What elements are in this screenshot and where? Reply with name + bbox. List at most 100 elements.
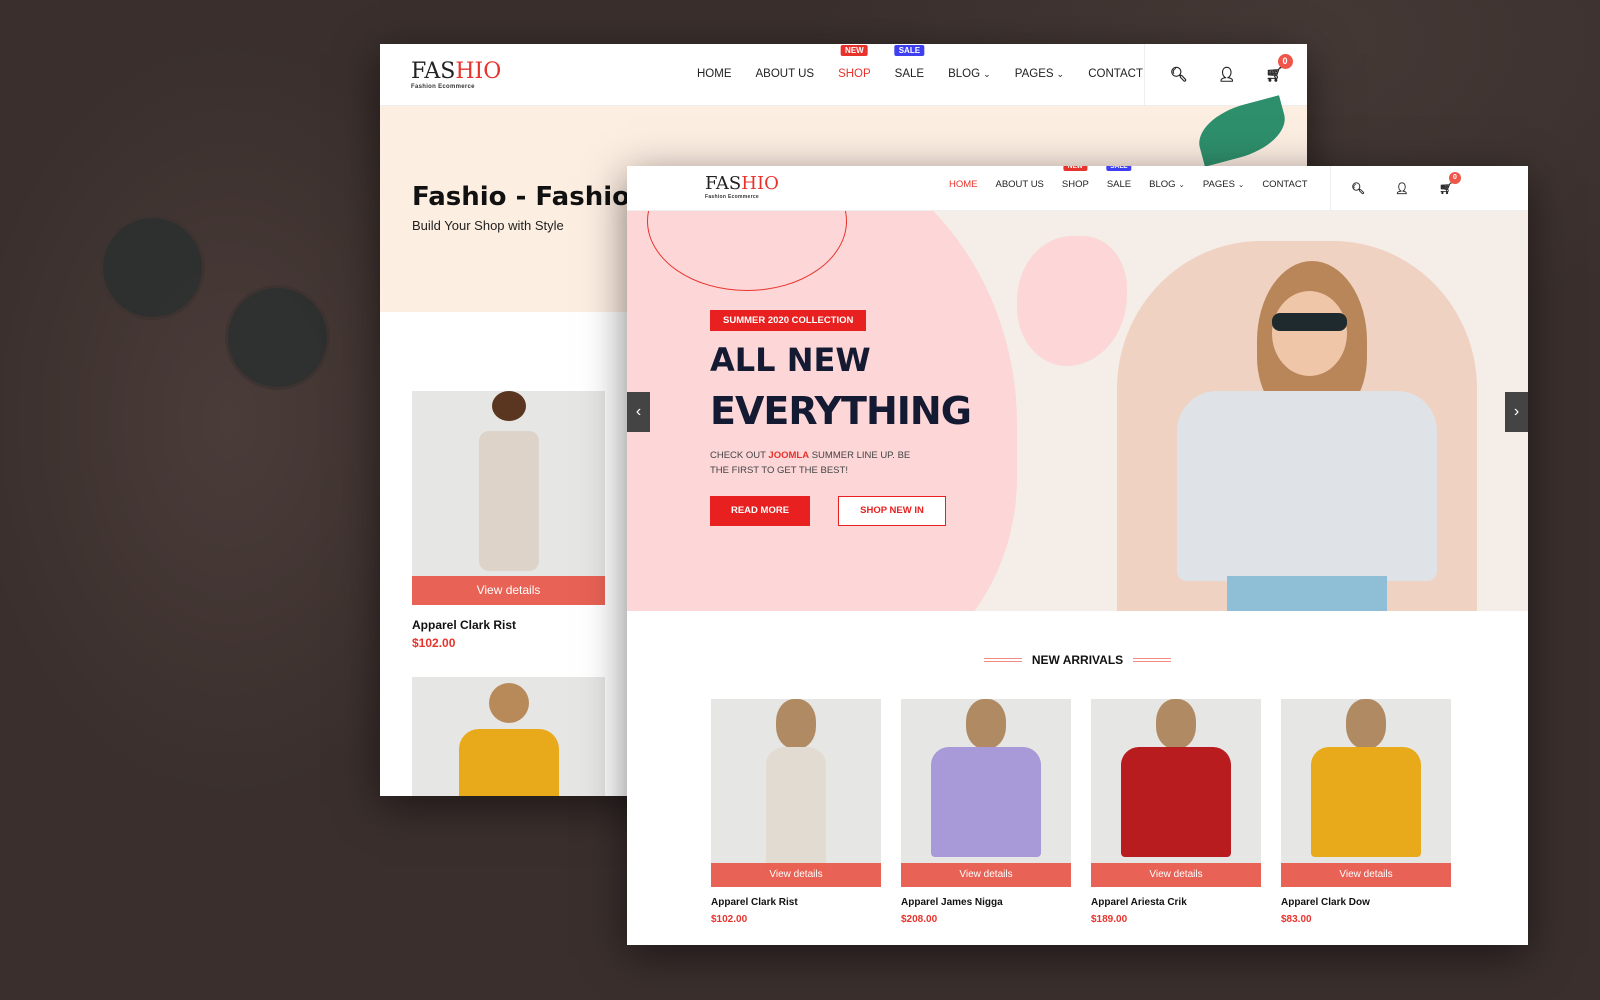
front-header-icons: 🔍︎ 👤︎ 🛒︎ 0 <box>1330 166 1528 210</box>
menu-item-label: PAGES <box>1202 179 1235 190</box>
product-price: $102.00 <box>711 914 748 925</box>
hero-desc-highlight: JOOMLA <box>768 450 810 461</box>
product-name[interactable]: Apparel James Nigga <box>901 897 1003 908</box>
section-heading: NEW ARRIVALS <box>627 651 1528 669</box>
front-window: FASHIO Fashion Ecommerce HOME ABOUT US SHOP… <box>627 166 1528 945</box>
product-name[interactable]: Apparel Clark Rist <box>711 897 798 908</box>
cart-icon[interactable]: 🛒︎ 0 <box>1439 171 1461 195</box>
hero-title-line-1: ALL NEW <box>710 341 871 379</box>
product-price: $189.00 <box>1091 914 1128 925</box>
front-main-menu: HOME ABOUT US SHOP NEW SALE SALE BLOG ⌄ PAGES ⌄ CO… <box>949 166 1308 190</box>
search-icon[interactable]: 🔍︎ <box>1351 182 1365 195</box>
product-image[interactable]: View details <box>1091 699 1261 887</box>
product-image[interactable]: View details <box>412 391 605 605</box>
logo-text: FAS <box>411 59 456 84</box>
front-navbar: FASHIO Fashion Ecommerce HOME ABOUT US SHOP… <box>627 166 1528 211</box>
read-more-button[interactable]: READ MORE <box>710 496 810 526</box>
menu-item-label: BLOG <box>1149 179 1176 190</box>
background-sunglasses <box>225 285 330 390</box>
chevron-down-icon: ⌄ <box>1237 180 1245 189</box>
menu-item-about-us[interactable]: ABOUT US <box>756 68 815 80</box>
product-price: $83.00 <box>1281 914 1312 925</box>
menu-item-shop[interactable]: SHOP NEW <box>1061 166 1089 190</box>
logo[interactable]: FASHIO Fashion Ecommerce <box>411 59 501 90</box>
leaf-decoration <box>1192 95 1292 167</box>
product-price: $102.00 <box>412 636 456 650</box>
menu-item-label: SALE <box>894 68 925 80</box>
hero-model-image <box>1117 241 1477 611</box>
menu-item-label: CONTACT <box>1262 179 1308 190</box>
menu-item-label: CONTACT <box>1088 68 1143 80</box>
menu-item-sale[interactable]: SALE SALE <box>1106 166 1132 190</box>
product-image[interactable] <box>412 677 605 796</box>
back-header-icons: 🔍︎ 👤︎ 🛒︎ 0 <box>1144 44 1307 105</box>
menu-item-contact[interactable]: CONTACT <box>1262 179 1307 190</box>
back-hero-subtitle: Build Your Shop with Style <box>412 218 564 233</box>
logo[interactable]: FASHIO Fashion Ecommerce <box>705 173 779 200</box>
search-icon[interactable]: 🔍︎ <box>1170 66 1188 83</box>
menu-item-blog[interactable]: BLOG ⌄ <box>1149 179 1185 190</box>
product-name[interactable]: Apparel Clark Rist <box>412 618 516 632</box>
menu-item-label: SALE <box>1106 179 1132 190</box>
menu-item-label: PAGES <box>1014 68 1054 80</box>
user-icon[interactable]: 👤︎ <box>1395 182 1409 195</box>
user-icon[interactable]: 👤︎ <box>1218 66 1236 83</box>
hero-title-line-2: EVERYTHING <box>710 389 972 433</box>
chevron-left-icon[interactable]: ‹ <box>627 392 650 432</box>
menu-item-label: ABOUT US <box>995 179 1044 190</box>
menu-item-blog[interactable]: BLOG ⌄ <box>948 68 991 80</box>
logo-text: FAS <box>705 173 742 194</box>
chevron-right-icon[interactable]: › <box>1505 392 1528 432</box>
shop-new-in-button[interactable]: SHOP NEW IN <box>838 496 946 526</box>
heading-divider <box>1133 657 1172 662</box>
menu-item-about-us[interactable]: ABOUT US <box>996 179 1044 190</box>
menu-item-pages[interactable]: PAGES ⌄ <box>1015 68 1064 80</box>
menu-item-contact[interactable]: CONTACT <box>1088 68 1143 80</box>
menu-item-label: HOME <box>697 68 732 80</box>
menu-item-label: HOME <box>949 179 978 190</box>
back-navbar: FASHIO Fashion Ecommerce HOME ABOUT US SHOP… <box>380 44 1307 106</box>
menu-item-label: SHOP <box>838 68 871 80</box>
view-details-button[interactable]: View details <box>412 576 605 605</box>
menu-item-home[interactable]: HOME <box>697 68 732 80</box>
view-details-button[interactable]: View details <box>1281 863 1451 887</box>
view-details-button[interactable]: View details <box>1091 863 1261 887</box>
menu-item-shop[interactable]: SHOP NEW <box>838 45 871 80</box>
collection-tag: SUMMER 2020 COLLECTION <box>710 310 867 331</box>
logo-text-accent: HIO <box>455 59 502 84</box>
logo-tagline: Fashion Ecommerce <box>411 84 475 90</box>
chevron-down-icon: ⌄ <box>1056 69 1065 79</box>
product-name[interactable]: Apparel Ariesta Crik <box>1091 897 1187 908</box>
sale-badge: SALE <box>894 45 925 56</box>
cart-count-badge: 0 <box>1448 171 1461 184</box>
logo-tagline: Fashion Ecommerce <box>705 194 760 200</box>
product-image[interactable]: View details <box>711 699 881 887</box>
product-image[interactable]: View details <box>1281 699 1451 887</box>
view-details-button[interactable]: View details <box>711 863 881 887</box>
menu-item-label: BLOG <box>948 68 981 80</box>
menu-item-label: ABOUT US <box>755 68 815 80</box>
menu-item-home[interactable]: HOME <box>949 179 978 190</box>
sale-badge: SALE <box>1106 166 1132 171</box>
menu-item-label: SHOP <box>1061 179 1089 190</box>
pink-blob <box>1017 236 1127 366</box>
product-name[interactable]: Apparel Clark Dow <box>1281 897 1370 908</box>
menu-item-sale[interactable]: SALE SALE <box>894 45 925 80</box>
hero-description: CHECK OUT JOOMLA SUMMER LINE UP. BE THE … <box>710 448 920 478</box>
new-arrivals-title: NEW ARRIVALS <box>1031 652 1124 667</box>
cart-count-badge: 0 <box>1277 54 1293 69</box>
view-details-button[interactable]: View details <box>901 863 1071 887</box>
background-sunglasses <box>100 215 205 320</box>
menu-item-pages[interactable]: PAGES ⌄ <box>1203 179 1244 190</box>
cart-icon[interactable]: 🛒︎ 0 <box>1266 54 1293 83</box>
hero-slider: SUMMER 2020 COLLECTION ALL NEW EVERYTHIN… <box>627 211 1528 611</box>
product-image[interactable]: View details <box>901 699 1071 887</box>
logo-text-accent: HIO <box>741 173 779 194</box>
hero-desc-text: CHECK OUT <box>710 450 769 461</box>
chevron-down-icon: ⌄ <box>1178 180 1185 189</box>
new-badge: NEW <box>1063 166 1087 171</box>
back-main-menu: HOME ABOUT US SHOP NEW SALE SALE BLOG ⌄ PAGES ⌄ CO… <box>697 45 1143 80</box>
heading-divider <box>983 657 1022 662</box>
chevron-down-icon: ⌄ <box>983 69 991 79</box>
product-price: $208.00 <box>901 914 938 925</box>
